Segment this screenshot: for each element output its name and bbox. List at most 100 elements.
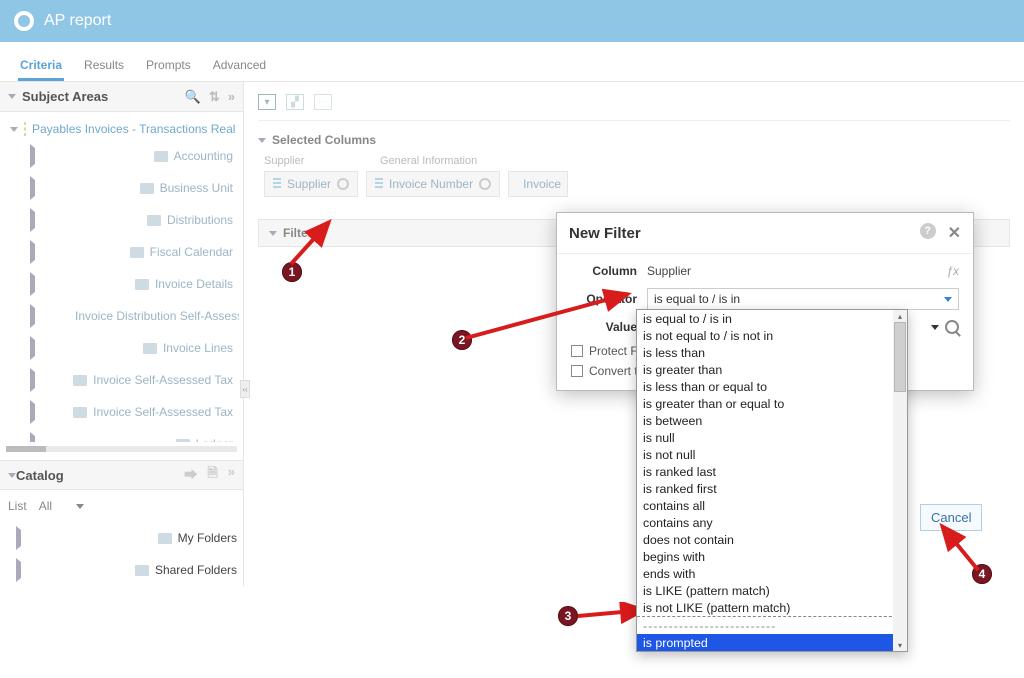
tree-item[interactable]: Invoice Details <box>24 268 239 300</box>
chevron-down-icon <box>944 297 952 302</box>
operator-option[interactable]: is greater than or equal to <box>637 395 907 412</box>
catalog-list-select[interactable]: All <box>35 496 88 516</box>
tabs-bar: Criteria Results Prompts Advanced <box>0 42 1024 82</box>
tree-item[interactable]: Invoice Lines <box>24 332 239 364</box>
value-field-label: Value <box>571 320 637 334</box>
catalog-folder[interactable]: My Folders <box>10 522 243 554</box>
tab-prompts[interactable]: Prompts <box>144 52 193 81</box>
na-icon[interactable]: ⋯ <box>314 94 332 110</box>
page-title: AP report <box>44 12 111 30</box>
chart-icon[interactable]: ▞ <box>286 94 304 110</box>
tab-criteria[interactable]: Criteria <box>18 52 64 81</box>
collapse-icon[interactable] <box>269 231 277 236</box>
operator-option[interactable]: begins with <box>637 548 907 565</box>
operator-option[interactable]: is not equal to / is not in <box>637 327 907 344</box>
chevron-down-icon[interactable] <box>10 127 18 132</box>
search-icon[interactable] <box>945 320 959 334</box>
operator-option[interactable]: is not null <box>637 446 907 463</box>
collapse-icon[interactable] <box>8 473 16 478</box>
operator-option[interactable]: contains all <box>637 497 907 514</box>
tab-results[interactable]: Results <box>82 52 126 81</box>
operator-field-label: Operator <box>571 292 637 306</box>
chevron-right-icon <box>30 176 134 200</box>
cube-icon <box>24 122 26 136</box>
gear-icon[interactable] <box>337 178 349 190</box>
drag-icon <box>273 178 281 190</box>
operator-option[interactable]: is ranked first <box>637 480 907 497</box>
catalog-list-row: List All <box>0 490 243 522</box>
close-icon[interactable]: ✕ <box>948 223 961 243</box>
tree-root[interactable]: Payables Invoices - Transactions Real Ti… <box>4 118 239 140</box>
more-icon[interactable]: » <box>228 464 235 486</box>
operator-option[interactable]: is between <box>637 412 907 429</box>
filter-icon[interactable]: ▾ <box>258 94 276 110</box>
help-icon[interactable]: ? <box>920 223 936 239</box>
chevron-down-icon[interactable] <box>931 325 939 330</box>
tree-item[interactable]: Invoice Self-Assessed Tax <box>24 396 239 428</box>
collapse-icon[interactable] <box>258 138 266 143</box>
tree-item[interactable]: Business Unit <box>24 172 239 204</box>
catalog-folder[interactable]: Shared Folders <box>10 554 243 586</box>
operator-option[interactable]: -------------------------- <box>637 616 907 634</box>
tree-item-label: Invoice Lines <box>163 341 233 355</box>
operator-option[interactable]: is ranked last <box>637 463 907 480</box>
catalog-list-value: All <box>39 499 52 513</box>
tree-item-label: Invoice Details <box>155 277 233 291</box>
app-header: AP report <box>0 0 1024 42</box>
column-group-label: General Information <box>380 155 477 167</box>
column-label: Supplier <box>287 177 331 191</box>
operator-option[interactable]: is not LIKE (pattern match) <box>637 599 907 616</box>
operator-option[interactable]: is less than <box>637 344 907 361</box>
search-icon[interactable]: 🔍 <box>185 89 201 105</box>
scroll-down-icon[interactable]: ▾ <box>893 639 907 651</box>
sort-icon[interactable]: ⇅ <box>209 89 220 105</box>
fx-icon[interactable]: ƒx <box>946 264 959 278</box>
subject-areas-title: Subject Areas <box>22 89 108 104</box>
cancel-button[interactable]: Cancel <box>920 504 982 531</box>
scroll-up-icon[interactable]: ▴ <box>893 310 907 322</box>
more-icon[interactable]: » <box>228 89 235 105</box>
tree-h-scrollbar[interactable] <box>6 446 237 452</box>
tree-item[interactable]: Fiscal Calendar <box>24 236 239 268</box>
operator-option[interactable]: is greater than <box>637 361 907 378</box>
operator-option[interactable]: is prompted <box>637 634 907 651</box>
tab-advanced[interactable]: Advanced <box>211 52 268 81</box>
tree-item[interactable]: Distributions <box>24 204 239 236</box>
tree-item[interactable]: Ledger <box>24 428 239 442</box>
left-panel: Subject Areas 🔍 ⇅ » Payables Invoices - … <box>0 82 244 586</box>
operator-option[interactable]: is null <box>637 429 907 446</box>
open-icon[interactable]: ⮕ <box>184 464 197 486</box>
operator-option[interactable]: ends with <box>637 565 907 582</box>
folder-icon <box>158 533 172 544</box>
tree-item[interactable]: Invoice Distribution Self-Assessed Tax <box>24 300 239 332</box>
folder-icon <box>73 375 87 386</box>
operator-dropdown[interactable]: is equal to / is inis not equal to / is … <box>636 309 908 652</box>
dropdown-scrollbar[interactable]: ▴ ▾ <box>893 310 907 651</box>
operator-option[interactable]: contains any <box>637 514 907 531</box>
operator-option[interactable]: is LIKE (pattern match) <box>637 582 907 599</box>
operator-option[interactable]: is equal to / is in <box>637 310 907 327</box>
operator-option[interactable]: does not contain <box>637 531 907 548</box>
operator-select[interactable]: is equal to / is in <box>647 288 959 310</box>
tree-item-label: Invoice Self-Assessed Tax <box>93 373 233 387</box>
tree-item[interactable]: Invoice Self-Assessed Tax <box>24 364 239 396</box>
catalog-folder-label: My Folders <box>178 531 237 545</box>
column-pill-invoice[interactable]: Invoice <box>508 171 568 197</box>
column-pill-invoice-number[interactable]: Invoice Number <box>366 171 500 197</box>
tree-item-label: Invoice Self-Assessed Tax <box>93 405 233 419</box>
gear-icon[interactable] <box>479 178 491 190</box>
folder-icon <box>154 151 168 162</box>
dialog-titlebar: New Filter ? ✕ <box>557 213 973 254</box>
chevron-right-icon <box>30 304 63 328</box>
tree-root-label: Payables Invoices - Transactions Real Ti… <box>32 122 239 136</box>
tree-item-label: Invoice Distribution Self-Assessed Tax <box>75 309 239 323</box>
scroll-thumb[interactable] <box>894 322 906 392</box>
splitter-handle[interactable]: ‹‹ <box>240 380 250 398</box>
chevron-right-icon <box>30 368 67 392</box>
file-icon[interactable]: 🗎 <box>207 464 217 486</box>
chevron-right-icon <box>16 558 129 582</box>
collapse-icon[interactable] <box>8 94 16 99</box>
operator-option[interactable]: is less than or equal to <box>637 378 907 395</box>
column-pill-supplier[interactable]: Supplier <box>264 171 358 197</box>
tree-item[interactable]: Accounting <box>24 140 239 172</box>
